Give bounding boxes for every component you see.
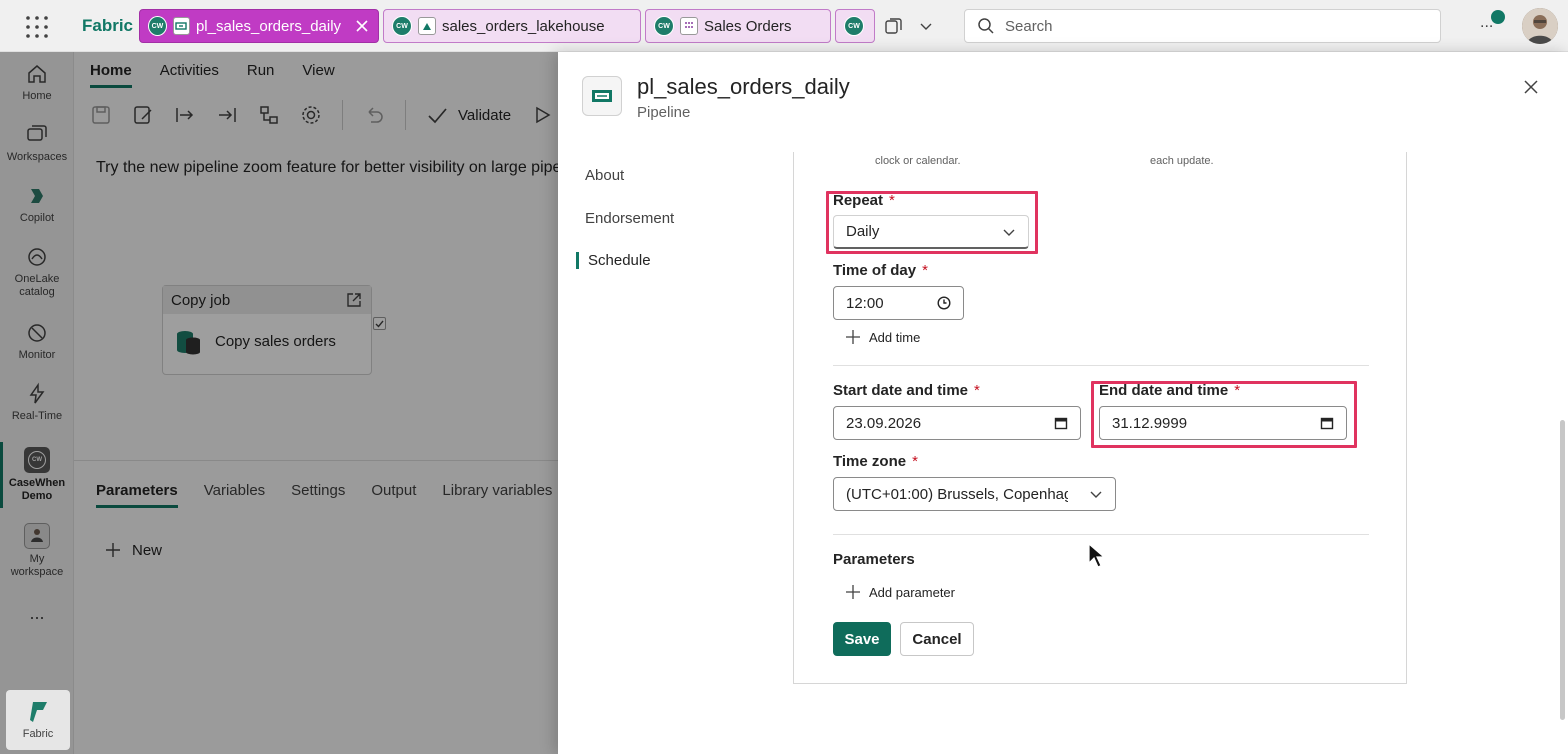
chevron-down-icon[interactable] [919, 19, 933, 33]
settings-panel: pl_sales_orders_daily Pipeline About End… [558, 52, 1568, 754]
end-date-value: 31.12.9999 [1112, 414, 1188, 432]
panel-subtitle: Pipeline [637, 104, 691, 121]
search-input[interactable]: Search [964, 9, 1441, 43]
time-zone-label: Time zone * [833, 453, 918, 470]
add-time-label: Add time [869, 329, 921, 345]
time-of-day-input[interactable]: 12:00 [833, 286, 964, 320]
calendar-icon [1054, 417, 1068, 430]
add-time-button[interactable]: Add time [845, 329, 920, 345]
parameters-heading: Parameters [833, 551, 915, 568]
time-value: 12:00 [846, 294, 884, 312]
avatar[interactable] [1522, 8, 1558, 44]
search-placeholder: Search [1005, 17, 1053, 35]
tab-label: sales_orders_lakehouse [442, 17, 605, 35]
section-divider [833, 365, 1369, 366]
chevron-down-icon [1003, 229, 1015, 236]
tab-label: pl_sales_orders_daily [195, 17, 342, 35]
tab-sales-orders-lakehouse[interactable]: CW sales_orders_lakehouse [383, 9, 641, 43]
time-zone-value: (UTC+01:00) Brussels, Copenhage [846, 485, 1068, 503]
plus-icon [846, 585, 860, 599]
workspace-badge-icon: CW [392, 16, 412, 36]
end-date-input[interactable]: 31.12.9999 [1099, 406, 1347, 440]
panel-title: pl_sales_orders_daily [637, 74, 850, 99]
start-date-value: 23.09.2026 [846, 414, 922, 432]
start-date-label: Start date and time * [833, 382, 980, 399]
fabric-label: Fabric [22, 728, 54, 740]
calendar-icon [1320, 417, 1334, 430]
hint-text: each update. [1150, 155, 1214, 167]
workspace-badge-icon: CW [654, 16, 674, 36]
report-icon [680, 17, 698, 35]
nav-about[interactable]: About [585, 167, 624, 184]
nav-schedule[interactable]: Schedule [576, 252, 651, 269]
repeat-dropdown[interactable]: Daily [833, 215, 1029, 249]
workspace-badge-icon: CW [844, 16, 864, 36]
clock-icon [937, 296, 951, 310]
tab-label: Sales Orders [704, 17, 792, 35]
start-date-input[interactable]: 23.09.2026 [833, 406, 1081, 440]
close-tab-icon[interactable] [353, 17, 370, 35]
notification-dot [1491, 10, 1505, 24]
repeat-value: Daily [846, 223, 880, 240]
section-divider [833, 534, 1369, 535]
save-button[interactable]: Save [833, 622, 891, 656]
nav-endorsement[interactable]: Endorsement [585, 210, 674, 227]
plus-icon [846, 330, 860, 344]
add-parameter-button[interactable]: Add parameter [845, 584, 955, 600]
tab-list-icon[interactable] [884, 16, 904, 36]
mouse-cursor-icon [1088, 543, 1106, 569]
time-zone-dropdown[interactable]: (UTC+01:00) Brussels, Copenhage [833, 477, 1116, 511]
hint-text: clock or calendar. [875, 155, 961, 167]
search-icon [977, 17, 995, 35]
repeat-label: Repeat * [833, 192, 895, 209]
chevron-down-icon [1090, 491, 1102, 498]
add-parameter-label: Add parameter [869, 584, 955, 600]
fabric-switcher[interactable]: Fabric [6, 690, 70, 750]
modal-backdrop[interactable] [0, 52, 558, 754]
brand-name[interactable]: Fabric [82, 16, 133, 36]
tab-pl-sales-orders-daily[interactable]: CW pl_sales_orders_daily [139, 9, 379, 43]
schedule-form: clock or calendar. each update. Repeat * … [793, 152, 1407, 684]
scrollbar[interactable] [1560, 420, 1565, 720]
pipeline-icon [172, 17, 190, 35]
fabric-logo-icon [30, 702, 47, 722]
lakehouse-icon [418, 17, 436, 35]
tab-sales-orders[interactable]: CW Sales Orders [645, 9, 831, 43]
end-date-label: End date and time * [1099, 382, 1241, 399]
app-launcher-icon[interactable] [24, 14, 50, 40]
pipeline-icon [582, 76, 622, 116]
tab-overflow[interactable]: CW [835, 9, 875, 43]
top-bar: Fabric CW pl_sales_orders_daily CW sales… [0, 0, 1568, 52]
time-of-day-label: Time of day * [833, 262, 928, 279]
cancel-button[interactable]: Cancel [900, 622, 974, 656]
workspace-badge-icon: CW [148, 16, 167, 36]
close-icon[interactable] [1520, 76, 1542, 98]
